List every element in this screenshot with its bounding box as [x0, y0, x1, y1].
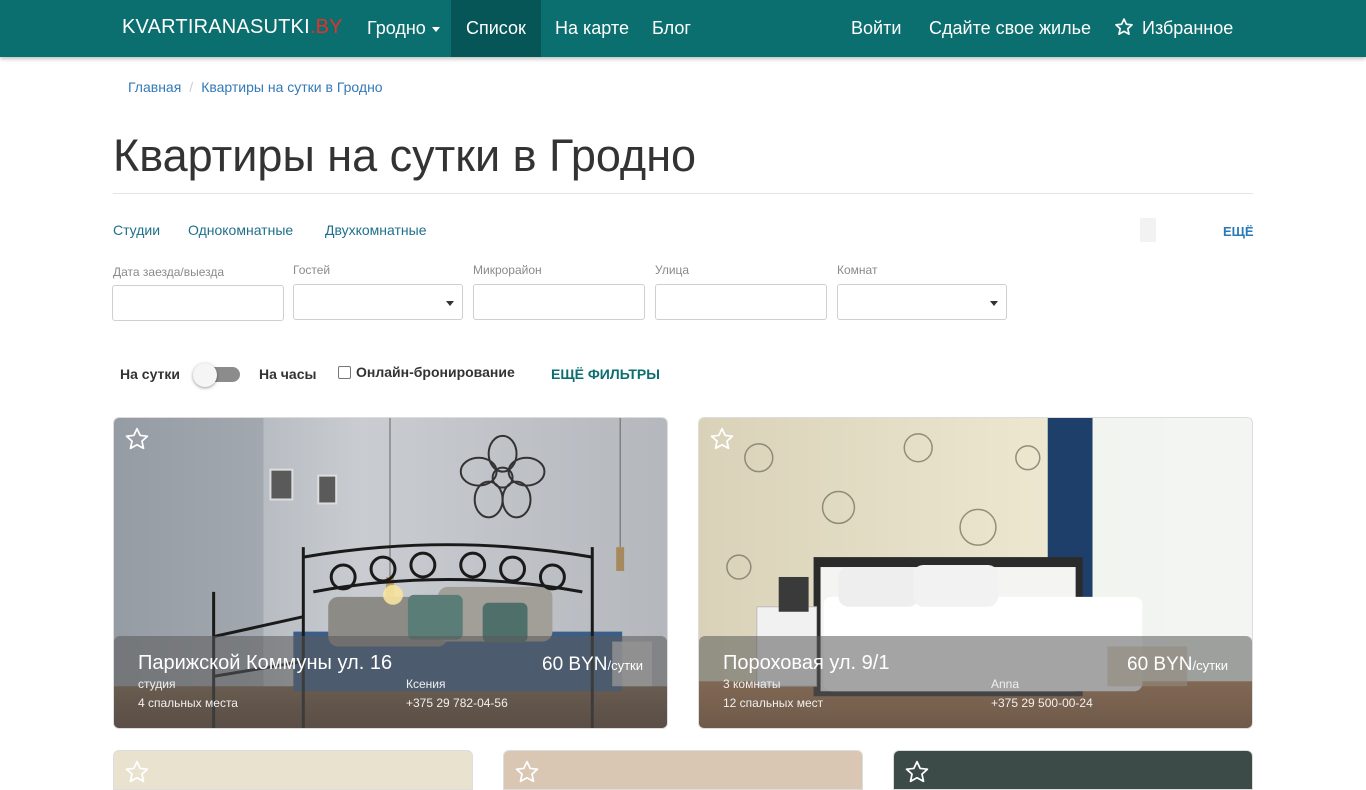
listing-card[interactable]: Парижской Коммуны ул. 16 студия 4 спальн… [113, 417, 668, 729]
online-booking-checkbox[interactable] [338, 366, 351, 379]
chevron-down-icon [431, 26, 440, 32]
district-input[interactable] [473, 284, 645, 320]
dates-label: Дата заезда/выезда [113, 265, 225, 279]
district-label: Микрорайон [473, 263, 542, 277]
dates-field[interactable] [112, 285, 284, 321]
breadcrumb: Главная / Квартиры на сутки в Гродно [128, 79, 383, 95]
listing-info-panel: Парижской Коммуны ул. 16 студия 4 спальн… [114, 636, 667, 728]
listing-card[interactable]: Пороховая ул. 9/1 3 комнаты 12 спальных … [698, 417, 1253, 729]
nav-map[interactable]: На карте [540, 0, 644, 57]
chevron-down-icon [990, 301, 998, 306]
favorites-label: Избранное [1142, 18, 1234, 38]
listing-price-unit: /сутки [1192, 658, 1228, 673]
login-link[interactable]: Войти [836, 0, 916, 57]
city-dropdown[interactable]: Гродно [352, 0, 455, 57]
listing-type: 3 комнаты [723, 677, 781, 691]
rent-period-toggle-knob[interactable] [193, 363, 217, 387]
listing-price-value: 60 BYN [542, 654, 608, 675]
quick-link-one-room[interactable]: Однокомнатные [188, 222, 293, 238]
city-label: Гродно [367, 18, 426, 38]
rooms-label: Комнат [837, 263, 878, 277]
per-hour-label: На часы [259, 366, 317, 382]
favorite-star-icon[interactable] [709, 426, 735, 452]
listing-beds: 4 спальных места [138, 696, 238, 710]
listing-price: 60 BYN/сутки [1127, 654, 1228, 676]
quick-link-two-room[interactable]: Двухкомнатные [325, 222, 427, 238]
listing-phone[interactable]: +375 29 782-04-56 [406, 696, 508, 710]
listing-info-panel: Пороховая ул. 9/1 3 комнаты 12 спальных … [699, 636, 1252, 728]
site-logo[interactable]: KVARTIRANASUTKI.BY [122, 16, 343, 39]
listing-address[interactable]: Парижской Коммуны ул. 16 [138, 652, 392, 675]
top-navbar: KVARTIRANASUTKI.BY Гродно Список На карт… [0, 0, 1366, 57]
listing-phone[interactable]: +375 29 500-00-24 [991, 696, 1093, 710]
listing-card[interactable] [113, 750, 473, 790]
favorite-star-icon[interactable] [904, 759, 930, 785]
favorite-star-icon[interactable] [124, 759, 150, 785]
listing-host: Anna [991, 677, 1020, 691]
listing-price-value: 60 BYN [1127, 654, 1193, 675]
per-day-label: На сутки [120, 366, 180, 382]
street-input[interactable] [655, 284, 827, 320]
nav-blog[interactable]: Блог [637, 0, 706, 57]
favorites-link[interactable]: Избранное [1099, 0, 1248, 57]
placeholder-box [1140, 218, 1156, 242]
rooms-select[interactable] [837, 284, 1007, 320]
listing-beds: 12 спальных мест [723, 696, 824, 710]
guests-select[interactable] [293, 284, 463, 320]
listing-address[interactable]: Пороховая ул. 9/1 [723, 652, 889, 675]
listing-price: 60 BYN/сутки [542, 654, 643, 676]
page-title: Квартиры на сутки в Гродно [113, 130, 697, 181]
listing-card[interactable] [893, 750, 1253, 790]
nav-list[interactable]: Список [451, 0, 541, 57]
rent-out-link[interactable]: Сдайте свое жилье [914, 0, 1106, 57]
title-divider [113, 193, 1253, 194]
breadcrumb-current[interactable]: Квартиры на сутки в Гродно [201, 79, 382, 95]
favorite-star-icon[interactable] [124, 426, 150, 452]
quick-link-studios[interactable]: Студии [113, 222, 160, 238]
listing-type: студия [138, 677, 176, 691]
quick-links-more[interactable]: ЕЩЁ [1223, 224, 1254, 239]
breadcrumb-home[interactable]: Главная [128, 79, 181, 95]
online-booking-label[interactable]: Онлайн-бронирование [356, 364, 515, 380]
chevron-down-icon [446, 301, 454, 306]
more-filters-button[interactable]: ЕЩЁ ФИЛЬТРЫ [551, 366, 660, 382]
listing-card[interactable] [503, 750, 863, 790]
breadcrumb-separator: / [189, 79, 194, 95]
listing-host: Ксения [406, 677, 446, 691]
guests-label: Гостей [293, 263, 331, 277]
favorite-star-icon[interactable] [514, 759, 540, 785]
listing-price-unit: /сутки [607, 658, 643, 673]
street-label: Улица [655, 263, 690, 277]
star-icon [1115, 18, 1133, 36]
